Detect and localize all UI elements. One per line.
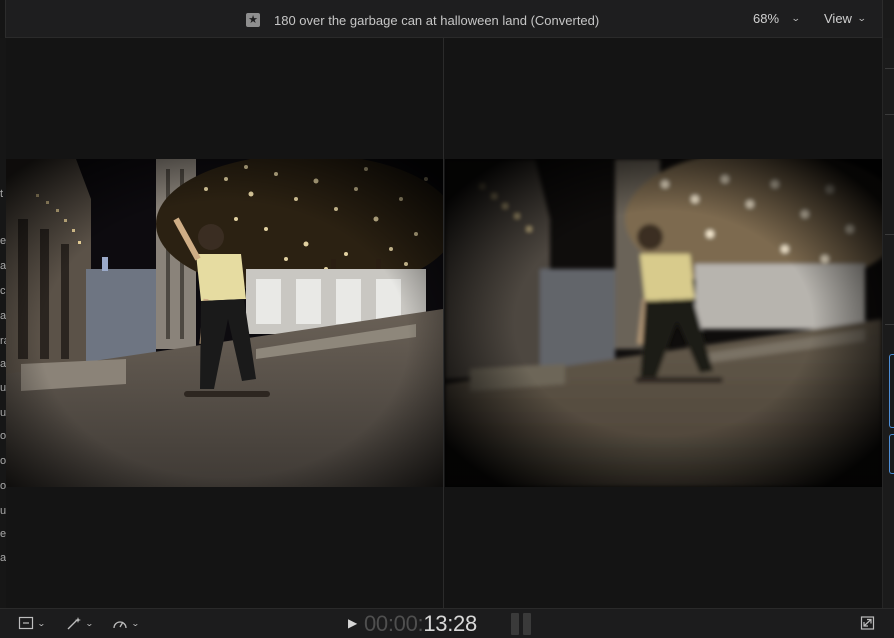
panel-divider: [885, 114, 894, 115]
video-frame-converted[interactable]: [445, 159, 882, 487]
selected-control[interactable]: [889, 434, 894, 474]
video-frame-image: [445, 159, 882, 487]
chevron-down-icon: ⌄: [84, 618, 94, 628]
browser-clip-label[interactable]: t: [0, 188, 3, 200]
timecode-leading: 00:00:: [364, 611, 424, 636]
timecode-current: 13:28: [423, 611, 477, 636]
browser-clip-label[interactable]: c: [0, 285, 6, 297]
selected-control[interactable]: [889, 354, 894, 428]
clip-title: 180 over the garbage can at halloween la…: [274, 12, 600, 28]
right-panel-edge: [882, 0, 894, 38]
chevron-down-icon: ⌄: [856, 13, 867, 23]
view-options-menu[interactable]: ⌄: [18, 616, 46, 630]
view-menu-label: View: [824, 11, 852, 26]
video-frame-image: [6, 159, 443, 487]
zoom-level: 68%: [753, 11, 780, 26]
play-icon[interactable]: ▶: [348, 616, 357, 630]
inspector-panel-edge[interactable]: [882, 38, 894, 608]
retime-menu[interactable]: ⌄: [112, 616, 140, 630]
panel-divider: [885, 324, 894, 325]
fullscreen-button[interactable]: [860, 616, 876, 630]
audio-meter-right: [523, 613, 531, 635]
enhancements-menu[interactable]: ⌄: [66, 616, 94, 630]
video-frame-original[interactable]: [6, 159, 443, 487]
chevron-down-icon: ⌄: [36, 618, 46, 628]
chevron-down-icon: ⌄: [790, 13, 801, 23]
viewer-header: ★ 180 over the garbage can at halloween …: [0, 0, 894, 38]
audio-meter-left: [511, 613, 519, 635]
magic-wand-icon: [67, 617, 81, 630]
comparison-divider[interactable]: [443, 38, 444, 608]
clip-title-group: ★ 180 over the garbage can at halloween …: [246, 10, 599, 30]
favorite-star-icon[interactable]: ★: [246, 13, 260, 27]
transform-frame-icon: [18, 616, 34, 630]
expand-icon: [860, 616, 875, 630]
panel-divider: [885, 68, 894, 69]
speedometer-icon: [113, 621, 127, 629]
chevron-down-icon: ⌄: [130, 618, 140, 628]
panel-divider: [885, 234, 894, 235]
viewer-footer: ⌄ ⌄ ⌄ ▶ 00:00:13:28: [0, 608, 894, 638]
left-panel-edge: [0, 0, 6, 38]
timecode-display[interactable]: 00:00:13:28: [364, 611, 477, 637]
zoom-menu[interactable]: 68% ⌄: [753, 11, 801, 26]
view-menu[interactable]: View ⌄: [824, 11, 867, 26]
